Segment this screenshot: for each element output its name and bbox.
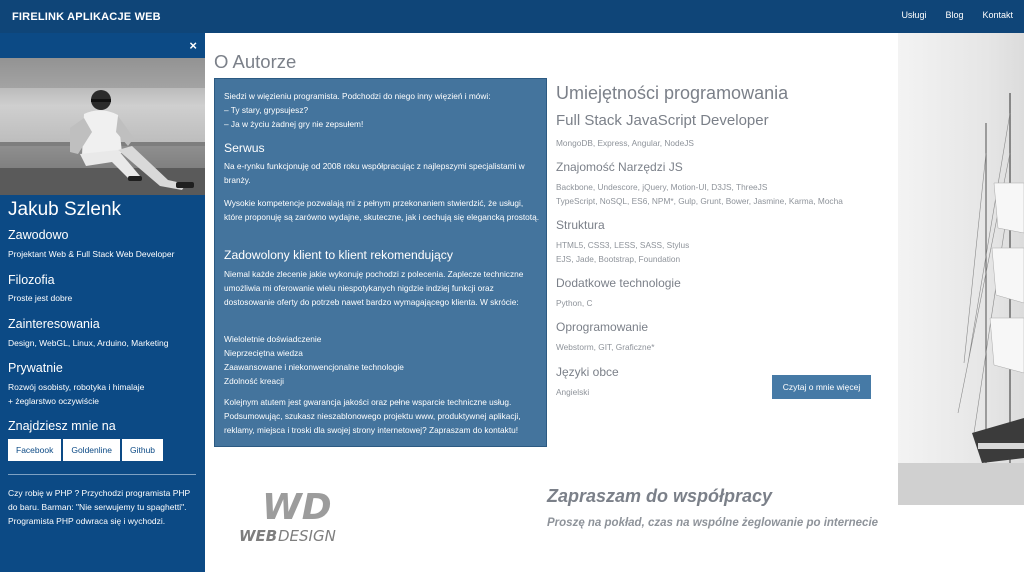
svg-text:WEB: WEB bbox=[239, 527, 277, 545]
section-text-zainteresowania: Design, WebGL, Linux, Arduino, Marketing bbox=[8, 338, 169, 348]
serwus-paragraph-2: Wysokie kompetencje pozwalają mi z pełny… bbox=[224, 198, 540, 222]
promo-heading: Zapraszam do współpracy bbox=[547, 486, 773, 506]
facebook-button[interactable]: Facebook bbox=[8, 439, 62, 461]
client-paragraph-2: Kolejnym atutem jest gwarancja jakości o… bbox=[224, 397, 521, 435]
software-title: Oprogramowanie bbox=[556, 320, 649, 334]
software-text: Webstorm, GIT, Graficzne* bbox=[556, 342, 655, 352]
nav-item-blog[interactable]: Blog bbox=[945, 10, 963, 20]
find-me-title: Znajdziesz mnie na bbox=[8, 419, 116, 433]
client-paragraph-1: Niemal każde zlecenie jakie wykonuję poc… bbox=[224, 269, 524, 307]
section-title-zawodowo: Zawodowo bbox=[8, 228, 69, 242]
client-title: Zadowolony klient to klient rekomendując… bbox=[224, 248, 453, 262]
skills-title: Umiejętności programowania bbox=[556, 83, 789, 103]
sailing-ship-image bbox=[898, 33, 1024, 505]
goldenline-button[interactable]: Goldenline bbox=[63, 439, 120, 461]
promo-subheading: Proszę na pokład, czas na wspólne żeglow… bbox=[547, 517, 879, 529]
read-more-button[interactable]: Czytaj o mnie więcej bbox=[772, 375, 871, 399]
social-buttons: Facebook Goldenline Github bbox=[8, 439, 164, 461]
php-joke: Czy robię w PHP ? Przychodzi programista… bbox=[8, 488, 191, 526]
close-icon[interactable]: × bbox=[189, 38, 197, 53]
section-title-filozofia: Filozofia bbox=[8, 273, 55, 287]
structure-text: HTML5, CSS3, LESS, SASS, Stylus EJS, Jad… bbox=[556, 240, 690, 264]
client-feature-list: Wieloletnie doświadczenie Nieprzeciętna … bbox=[224, 334, 404, 386]
svg-text:WD: WD bbox=[262, 487, 332, 528]
nav-item-kontakt[interactable]: Kontakt bbox=[982, 10, 1013, 20]
section-title-prywatnie: Prywatnie bbox=[8, 361, 63, 375]
section-title-zainteresowania: Zainteresowania bbox=[8, 317, 100, 331]
svg-text:DESIGN: DESIGN bbox=[278, 527, 336, 545]
serwus-title: Serwus bbox=[224, 141, 265, 155]
intro-joke: Siedzi w więzieniu programista. Podchodz… bbox=[224, 91, 491, 129]
extra-tech-title: Dodatkowe technologie bbox=[556, 276, 681, 290]
top-navbar: FIRELINK APLIKACJE WEB Usługi Blog Konta… bbox=[0, 0, 1024, 33]
webdesign-logo: WD WEB DESIGN bbox=[236, 485, 348, 545]
js-tools-title: Znajomość Narzędzi JS bbox=[556, 160, 683, 174]
structure-title: Struktura bbox=[556, 218, 605, 232]
languages-title: Języki obce bbox=[556, 365, 619, 379]
profile-sidebar: × Jakub Szlenk Zawodowo Projektant Web &… bbox=[0, 33, 205, 572]
nav-item-uslugi[interactable]: Usługi bbox=[901, 10, 926, 20]
about-box: Siedzi w więzieniu programista. Podchodz… bbox=[214, 78, 547, 447]
person-name: Jakub Szlenk bbox=[8, 199, 122, 220]
section-text-filozofia: Proste jest dobre bbox=[8, 293, 73, 303]
profile-photo bbox=[0, 58, 205, 195]
brand-logo-text[interactable]: FIRELINK APLIKACJE WEB bbox=[12, 11, 161, 23]
section-text-prywatnie: Rozwój osobisty, robotyka i himalaje + ż… bbox=[8, 382, 145, 406]
js-tools-text: Backbone, Undescore, jQuery, Motion-UI, … bbox=[556, 182, 843, 206]
section-text-zawodowo: Projektant Web & Full Stack Web Develope… bbox=[8, 249, 175, 259]
sidebar-divider bbox=[8, 474, 196, 475]
github-button[interactable]: Github bbox=[121, 439, 164, 461]
main-nav: Usługi Blog Kontakt bbox=[901, 10, 1013, 20]
extra-tech-text: Python, C bbox=[556, 298, 593, 308]
fullstack-text: MongoDB, Express, Angular, NodeJS bbox=[556, 138, 694, 148]
page-title: O Autorze bbox=[214, 51, 297, 72]
serwus-paragraph-1: Na e-rynku funkcjonuję od 2008 roku wspó… bbox=[224, 161, 525, 185]
fullstack-title: Full Stack JavaScript Developer bbox=[556, 112, 769, 129]
